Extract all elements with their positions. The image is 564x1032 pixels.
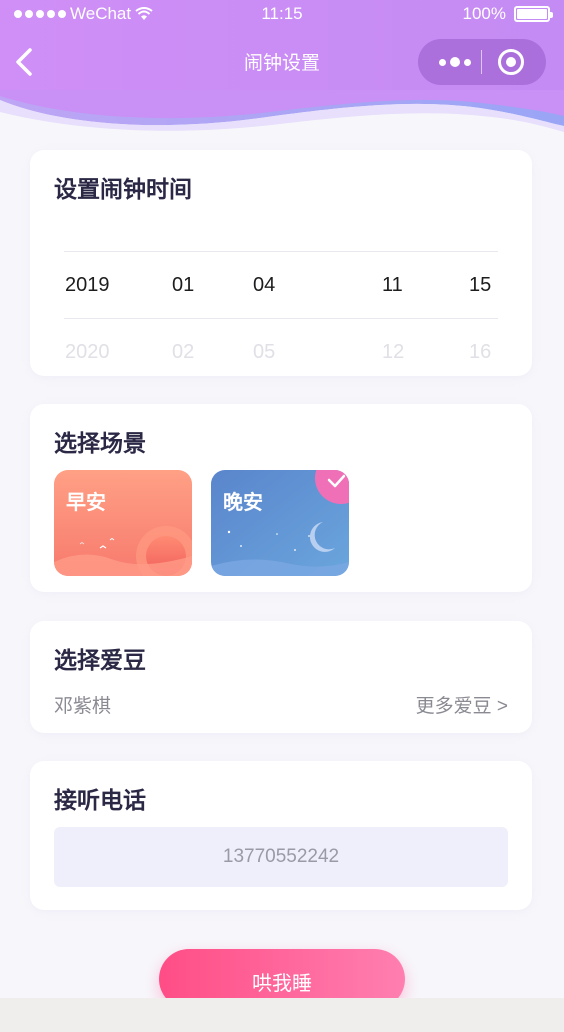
picker-minute-next[interactable]: 16: [469, 341, 491, 364]
scene-option-morning[interactable]: 早安: [54, 470, 192, 576]
idol-card: 选择爱豆 邓紫棋 更多爱豆 >: [30, 621, 532, 733]
scene-label-night: 晚安: [223, 492, 263, 514]
picker-minute[interactable]: 15: [469, 274, 491, 297]
checkmark-icon: [315, 470, 349, 504]
picker-year[interactable]: 2019: [65, 274, 110, 297]
battery-percent: 100%: [462, 4, 506, 23]
app-screen: WeChat 11:15 100% 闹钟设置 设置闹钟时间 2019 01 04…: [0, 0, 564, 998]
current-idol: 邓紫棋: [54, 696, 112, 717]
phone-number-field[interactable]: 13770552242: [54, 827, 508, 887]
alarm-time-card: 设置闹钟时间 2019 01 04 11 15 2020 02 05 12 16: [30, 150, 532, 376]
scene-title: 选择场景: [54, 430, 146, 456]
picker-day-next[interactable]: 05: [253, 341, 275, 364]
scene-option-night[interactable]: 晚安: [211, 470, 349, 576]
phone-card: 接听电话 13770552242: [30, 761, 532, 910]
picker-divider-top: [64, 251, 498, 252]
picker-month-next[interactable]: 02: [172, 341, 194, 364]
picker-hour[interactable]: 11: [382, 274, 403, 297]
idol-title: 选择爱豆: [54, 647, 146, 673]
more-idols-link[interactable]: 更多爱豆 >: [416, 691, 508, 718]
picker-hour-next[interactable]: 12: [382, 341, 404, 364]
lull-button-label: 哄我睡: [252, 973, 312, 995]
capsule-divider: [481, 50, 482, 74]
alarm-time-title: 设置闹钟时间: [54, 176, 192, 202]
status-bar: WeChat 11:15 100%: [0, 0, 564, 30]
battery-icon: [514, 6, 553, 22]
picker-next-row: 2020 02 05 12 16: [30, 341, 532, 381]
picker-divider-bottom: [64, 318, 498, 319]
phone-title: 接听电话: [54, 787, 146, 813]
scene-card: 选择场景 早安 晚安: [30, 404, 532, 592]
mini-program-capsule: [418, 39, 546, 85]
battery-status: 100%: [462, 4, 553, 24]
picker-selected-row: 2019 01 04 11 15: [30, 274, 532, 314]
picker-year-next[interactable]: 2020: [65, 341, 110, 364]
target-circle-icon[interactable]: [498, 49, 524, 75]
scene-label-morning: 早安: [66, 492, 106, 514]
header: WeChat 11:15 100% 闹钟设置: [0, 0, 564, 140]
more-dots-icon[interactable]: [432, 39, 478, 85]
picker-month[interactable]: 01: [172, 274, 194, 297]
picker-day[interactable]: 04: [253, 274, 275, 297]
lull-me-to-sleep-button[interactable]: 哄我睡: [159, 949, 405, 998]
